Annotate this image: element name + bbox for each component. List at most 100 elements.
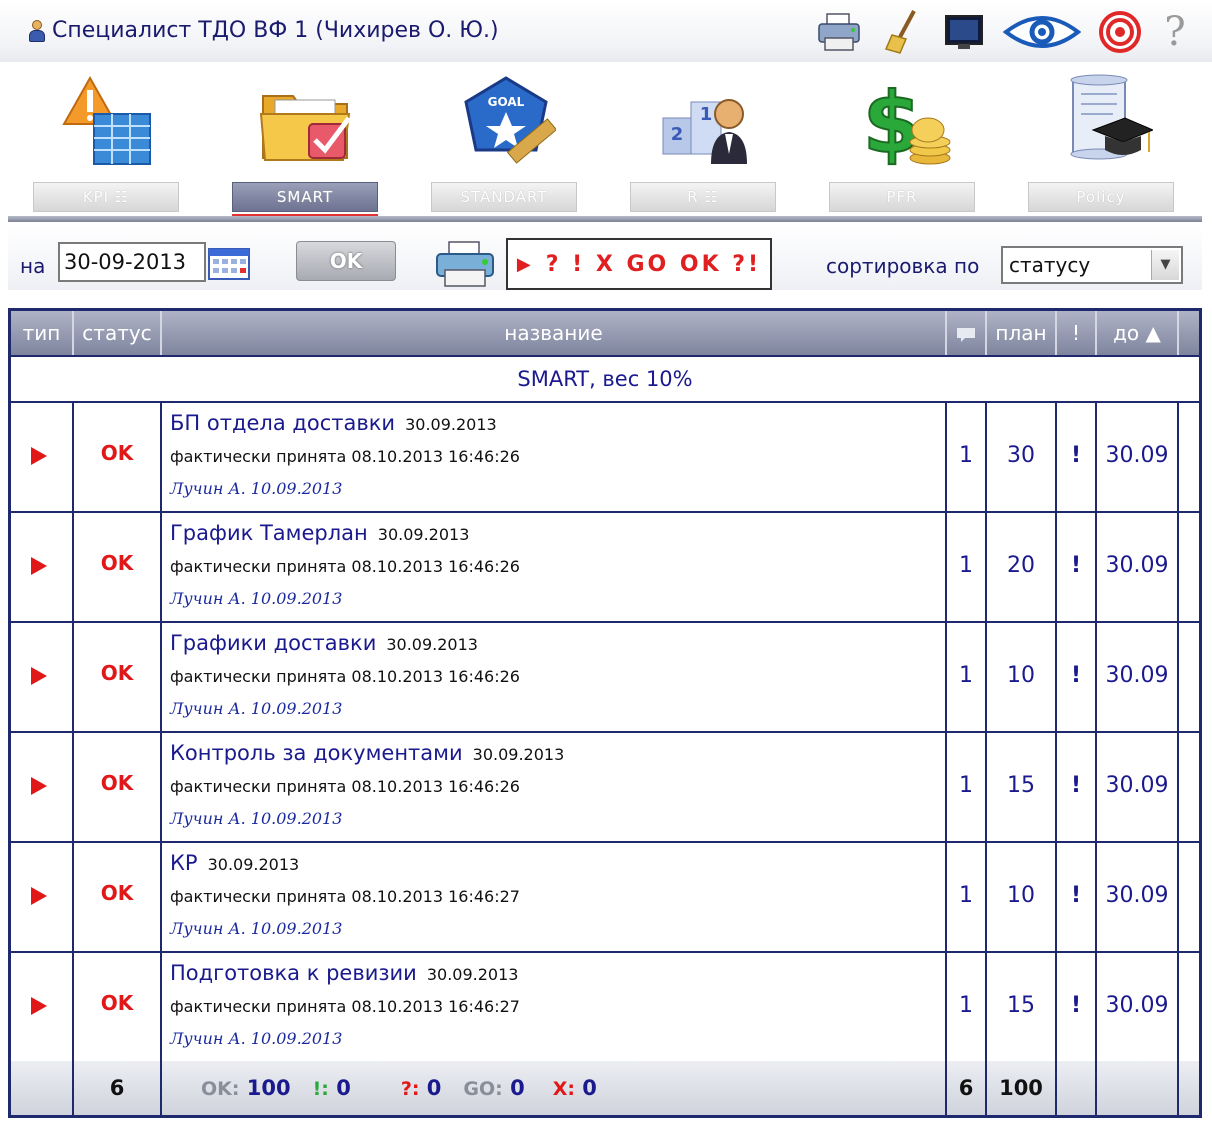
date-label: на <box>20 254 46 278</box>
module-pfr[interactable]: $ PFR <box>829 70 979 220</box>
spacer-cell <box>1179 513 1199 621</box>
comment-count[interactable]: 1 <box>947 443 985 468</box>
comment-count[interactable]: 1 <box>947 663 985 688</box>
status-badge[interactable]: OK <box>74 551 160 575</box>
comment-count[interactable]: 1 <box>947 553 985 578</box>
module-r[interactable]: 2 1 R ☷ <box>630 70 780 220</box>
comment-count[interactable]: 1 <box>947 993 985 1018</box>
eye-icon[interactable] <box>1002 8 1082 56</box>
scroll-graduation-cap-icon <box>1070 74 1153 160</box>
target-icon[interactable] <box>1096 8 1144 56</box>
module-smart-label[interactable]: SMART <box>232 182 378 212</box>
summary-go: GO: 0 <box>463 1076 525 1100</box>
table-row[interactable]: OK Контроль за документами 30.09.2013 факти… <box>11 733 1199 843</box>
status-filter-label: ? ! X GO OK ?! <box>545 251 762 277</box>
tabs-separator <box>8 216 1202 222</box>
table-row[interactable]: OK БП отдела доставки 30.09.2013 фактически… <box>11 403 1199 513</box>
comment-count[interactable]: 1 <box>947 883 985 908</box>
ok-button[interactable]: OK <box>296 241 396 281</box>
task-title-link[interactable]: БП отдела доставки <box>170 411 395 435</box>
module-standart[interactable]: GOAL STANDART <box>431 70 581 220</box>
module-policy-label[interactable]: Policy <box>1028 182 1174 212</box>
col-plan[interactable]: план <box>987 311 1057 355</box>
priority-flag[interactable]: ! <box>1057 773 1095 798</box>
col-name[interactable]: название <box>162 311 947 355</box>
task-type-arrow-icon[interactable] <box>31 887 47 905</box>
due-date: 30.09 <box>1105 883 1169 908</box>
name-cell: Подготовка к ревизии 30.09.2013 фактически… <box>162 953 947 1061</box>
due-cell: 30.09 <box>1097 623 1179 731</box>
module-tabs: KPI ☷ SMART GOAL STANDART 2 1 R ☷ $ PFR … <box>0 70 1212 220</box>
task-title-link[interactable]: Контроль за документами <box>170 741 463 765</box>
module-kpi[interactable]: KPI ☷ <box>33 70 183 220</box>
priority-flag[interactable]: ! <box>1057 883 1095 908</box>
footer-due <box>1097 1061 1179 1115</box>
module-pfr-label[interactable]: PFR <box>829 182 975 212</box>
comment-count[interactable]: 1 <box>947 773 985 798</box>
col-due[interactable]: до ▲ <box>1097 311 1179 355</box>
status-badge[interactable]: OK <box>74 881 160 905</box>
type-cell <box>11 843 74 951</box>
task-type-arrow-icon[interactable] <box>31 777 47 795</box>
task-title-link[interactable]: Подготовка к ревизии <box>170 961 417 985</box>
due-cell: 30.09 <box>1097 403 1179 511</box>
module-r-label[interactable]: R ☷ <box>630 182 776 212</box>
module-policy[interactable]: Policy <box>1028 70 1178 220</box>
help-icon[interactable]: ? <box>1158 8 1192 56</box>
printer-icon[interactable] <box>816 8 864 56</box>
monitor-icon[interactable] <box>940 8 988 56</box>
podium-person-icon: 2 1 <box>662 99 747 164</box>
task-date: 30.09.2013 <box>405 415 497 434</box>
sort-select[interactable]: статусу ▼ <box>1001 246 1183 284</box>
sort-value: статусу <box>1009 253 1091 277</box>
col-type[interactable]: тип <box>11 311 74 355</box>
name-cell: КР 30.09.2013 фактически принята 08.10.201… <box>162 843 947 951</box>
status-badge[interactable]: OK <box>74 771 160 795</box>
table-row[interactable]: OK График Тамерлан 30.09.2013 фактически пр… <box>11 513 1199 623</box>
chevron-down-icon[interactable]: ▼ <box>1151 250 1179 280</box>
table-row[interactable]: OK Подготовка к ревизии 30.09.2013 фактичес… <box>11 953 1199 1063</box>
broom-icon[interactable] <box>878 8 926 56</box>
priority-flag[interactable]: ! <box>1057 553 1095 578</box>
sort-label: сортировка по <box>826 254 980 278</box>
folder-check-icon <box>259 95 351 161</box>
spacer-cell <box>1179 953 1199 1061</box>
task-title-link[interactable]: КР <box>170 851 198 875</box>
spacer-cell <box>1179 623 1199 731</box>
task-title-link[interactable]: График Тамерлан <box>170 521 368 545</box>
flag-cell: ! <box>1057 953 1097 1061</box>
due-date: 30.09 <box>1105 553 1169 578</box>
priority-flag[interactable]: ! <box>1057 663 1095 688</box>
task-title-link[interactable]: Графики доставки <box>170 631 376 655</box>
user-info: Специалист ТДО ВФ 1 (Чихирев О. Ю.) <box>28 18 499 43</box>
date-input[interactable] <box>58 242 206 282</box>
flag-cell: ! <box>1057 513 1097 621</box>
task-acceptance: фактически принята 08.10.2013 16:46:26 <box>170 777 520 796</box>
calendar-icon[interactable] <box>208 248 250 280</box>
status-badge[interactable]: OK <box>74 991 160 1015</box>
col-comments[interactable] <box>947 311 987 355</box>
group-header: SMART, вес 10% <box>11 355 1199 403</box>
table-row[interactable]: OK КР 30.09.2013 фактически принята 08.10.2… <box>11 843 1199 953</box>
task-type-arrow-icon[interactable] <box>31 997 47 1015</box>
module-standart-label[interactable]: STANDART <box>431 182 577 212</box>
print-table-icon[interactable] <box>433 240 499 288</box>
footer-plan-total: 100 <box>987 1061 1057 1115</box>
col-flag[interactable]: ! <box>1057 311 1097 355</box>
priority-flag[interactable]: ! <box>1057 993 1095 1018</box>
col-status[interactable]: статус <box>74 311 162 355</box>
module-smart[interactable]: SMART <box>232 70 382 220</box>
task-author: Лучин А. 10.09.2013 <box>170 809 343 828</box>
task-type-arrow-icon[interactable] <box>31 667 47 685</box>
status-badge[interactable]: OK <box>74 661 160 685</box>
status-filter-button[interactable]: ▶ ? ! X GO OK ?! <box>506 238 772 290</box>
task-type-arrow-icon[interactable] <box>31 447 47 465</box>
module-kpi-label[interactable]: KPI ☷ <box>33 182 179 212</box>
priority-flag[interactable]: ! <box>1057 443 1095 468</box>
status-badge[interactable]: OK <box>74 441 160 465</box>
name-cell: Контроль за документами 30.09.2013 фактиче… <box>162 733 947 841</box>
table-row[interactable]: OK Графики доставки 30.09.2013 фактически п… <box>11 623 1199 733</box>
task-type-arrow-icon[interactable] <box>31 557 47 575</box>
summary-x: X: 0 <box>552 1076 597 1100</box>
col-spacer <box>1179 311 1199 355</box>
